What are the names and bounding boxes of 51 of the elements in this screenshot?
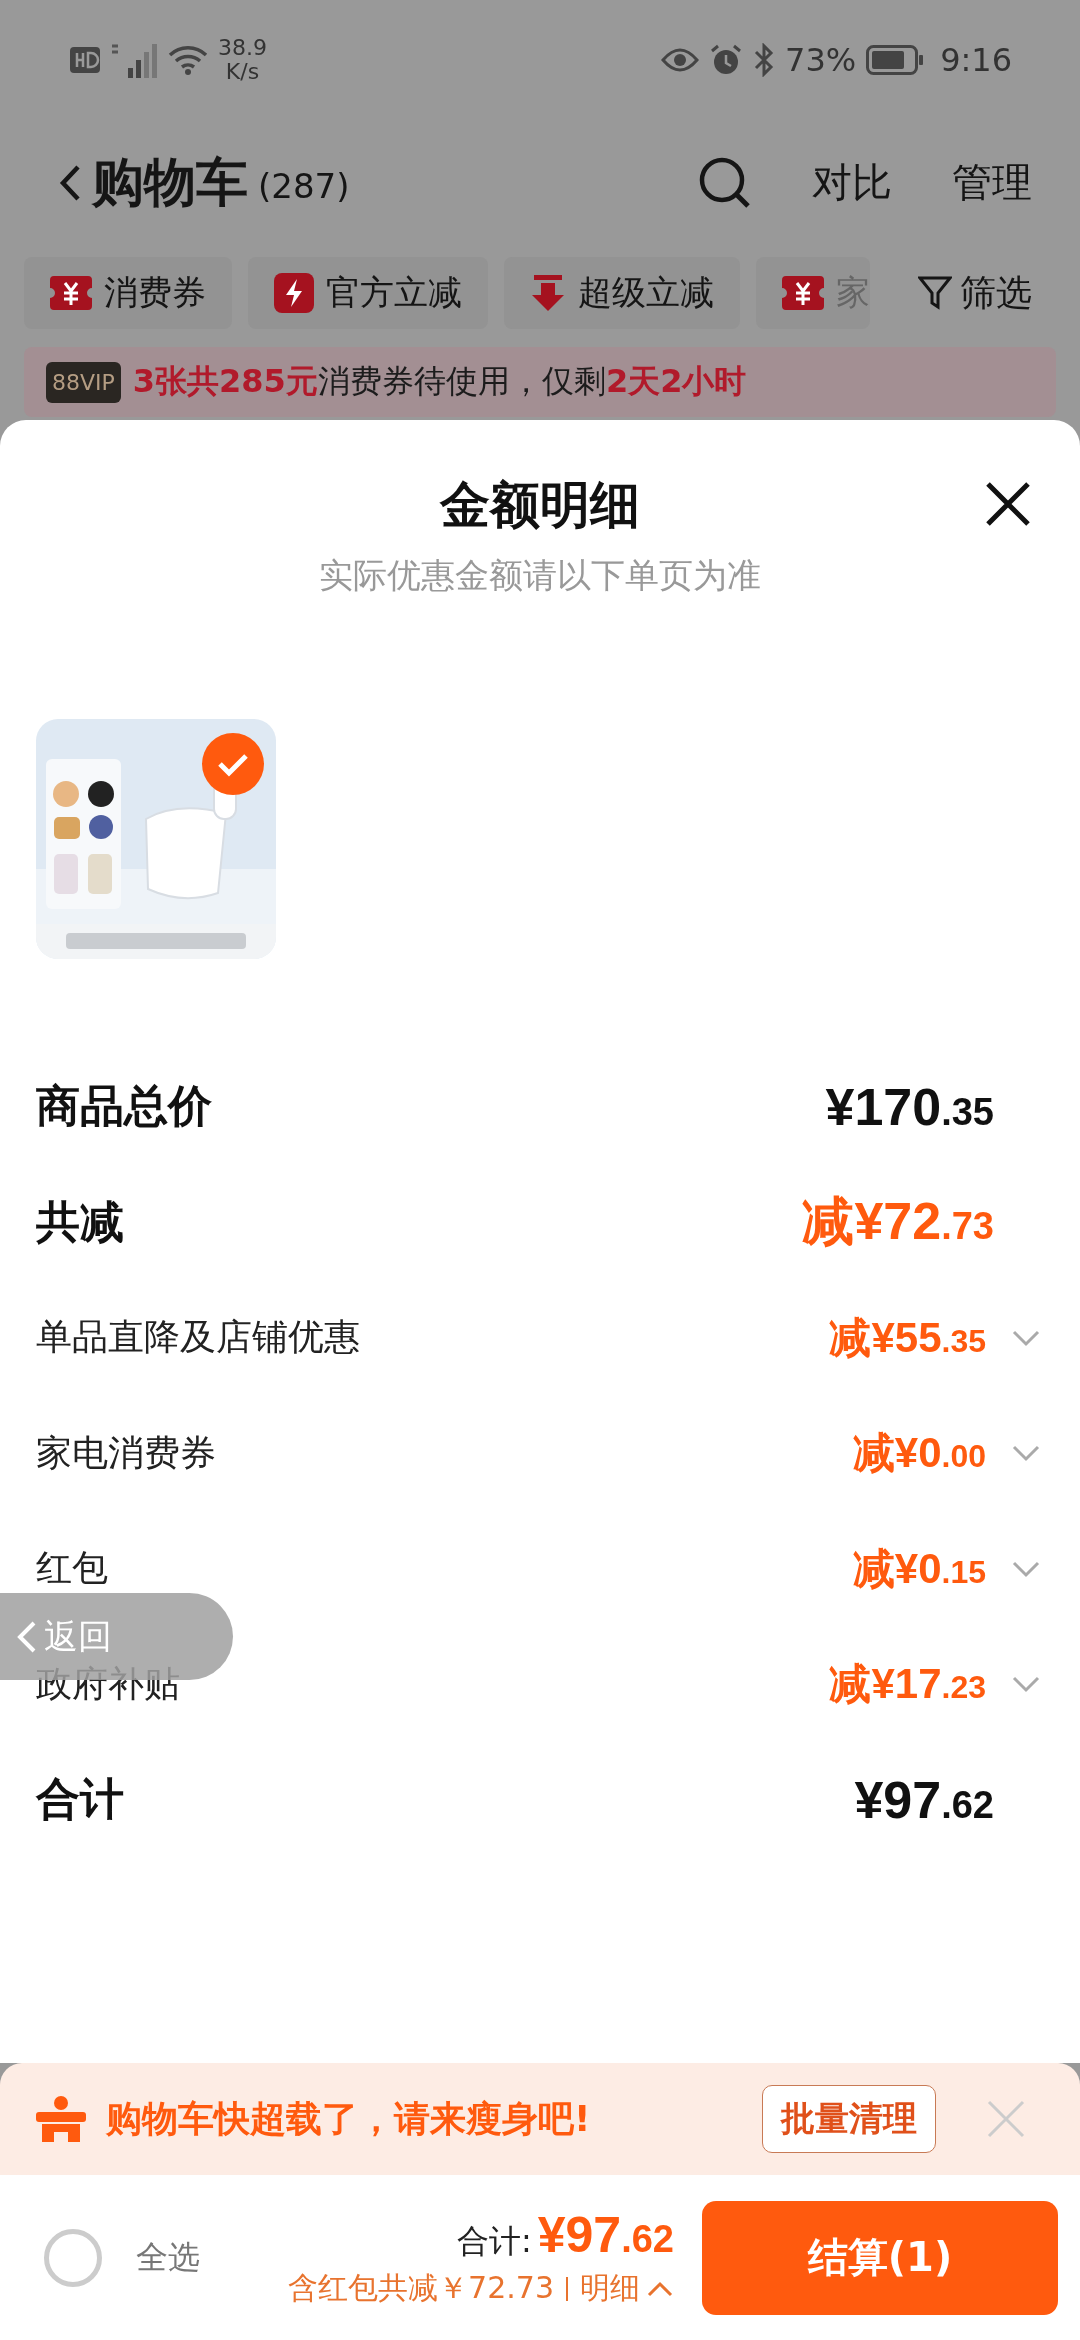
amount: 减¥55.35 bbox=[829, 1312, 986, 1363]
clock: 9:16 bbox=[940, 41, 1012, 79]
vip-badge: 88VIP bbox=[46, 361, 121, 403]
bluetooth-icon bbox=[753, 43, 775, 77]
row-label: 商品总价 bbox=[36, 1079, 213, 1134]
network-speed: 38.9 bbox=[218, 36, 267, 60]
down-arrow-icon bbox=[530, 273, 566, 313]
header-action[interactable]: 对比 bbox=[812, 155, 892, 210]
search-icon[interactable] bbox=[698, 155, 752, 210]
battery-percent: 73% bbox=[785, 41, 857, 79]
amount: ¥97.62 bbox=[537, 2206, 674, 2264]
filter-chip[interactable]: 超级立减 bbox=[504, 257, 740, 329]
alarm-icon bbox=[709, 43, 743, 77]
check-badge-icon[interactable] bbox=[202, 733, 264, 795]
row-label: 合计 bbox=[36, 1772, 125, 1827]
checkout-button[interactable]: 结算(1) bbox=[702, 2200, 1058, 2315]
batch-clean-button[interactable]: 批量清理 bbox=[762, 2085, 936, 2153]
coupon-icon bbox=[50, 274, 92, 312]
speed-unit: K/s bbox=[225, 60, 260, 84]
filter-chip[interactable]: 消费券 bbox=[24, 257, 232, 329]
eye-icon bbox=[661, 47, 699, 73]
figure-icon bbox=[36, 2096, 86, 2142]
amount: ¥170.35 bbox=[825, 1076, 994, 1137]
hd-icon bbox=[70, 47, 100, 73]
overload-message: 购物车快超载了，请来瘦身吧! bbox=[106, 2096, 592, 2141]
amount: 减¥72.73 bbox=[802, 1191, 994, 1253]
coupon-reminder: 3张共285元消费券待使用，仅剩2天2小时 bbox=[132, 361, 747, 402]
filter-chip[interactable]: 官方立减 bbox=[248, 257, 488, 329]
signal-icon bbox=[110, 42, 158, 78]
amount: 减¥17.23 bbox=[829, 1659, 986, 1710]
row-label: 单品直降及店铺优惠 bbox=[36, 1315, 361, 1360]
amount: 减¥0.15 bbox=[852, 1543, 986, 1594]
sheet-title: 金额明细 bbox=[440, 475, 640, 536]
wifi-icon bbox=[168, 44, 208, 76]
amount: ¥97.62 bbox=[854, 1769, 994, 1830]
lightning-icon bbox=[274, 273, 314, 313]
header-action[interactable]: 管理 bbox=[952, 155, 1032, 210]
coupon-icon bbox=[782, 274, 824, 312]
row-label: 家电消费券 bbox=[36, 1430, 217, 1475]
savings-text: 含红包共减￥72.73 bbox=[288, 2269, 554, 2307]
details-link[interactable]: 明细 bbox=[580, 2268, 674, 2309]
total-label: 合计: bbox=[456, 2221, 532, 2262]
battery-icon bbox=[866, 45, 925, 75]
row-label: 红包 bbox=[36, 1546, 109, 1591]
select-all-label: 全选 bbox=[136, 2236, 200, 2278]
item-count: (287) bbox=[258, 165, 350, 206]
amount: 减¥0.00 bbox=[852, 1428, 986, 1479]
sheet-subtitle: 实际优惠金额请以下单页为准 bbox=[319, 554, 761, 597]
row-label: 共减 bbox=[36, 1194, 125, 1249]
page-title: 购物车 bbox=[92, 150, 248, 214]
filter-icon bbox=[918, 275, 952, 311]
